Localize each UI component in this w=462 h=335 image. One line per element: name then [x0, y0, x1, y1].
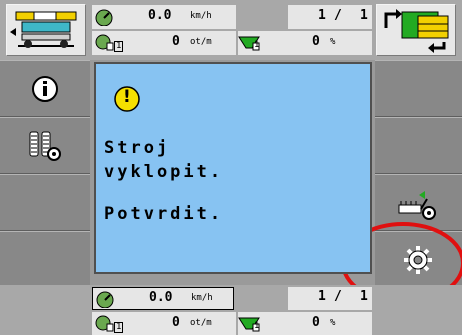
page-current: 1 [318, 8, 326, 23]
speedometer-icon [95, 9, 113, 26]
rpm-field: 1 0 ot/m [92, 31, 236, 55]
warning-dialog: ! Stroj vyklopit. Potvrdit. [94, 62, 372, 274]
speed-field: 0.0 km/h [92, 5, 236, 29]
tyre-settings-icon [29, 131, 61, 161]
softkey-empty-4[interactable] [0, 231, 90, 288]
info-icon [32, 76, 58, 102]
bottom-page-sep: / [334, 289, 342, 304]
bottom-speed-field: 0.0 km/h [92, 287, 234, 310]
percent-unit: % [330, 37, 336, 47]
bottom-speed-unit: km/h [191, 293, 213, 303]
machine-diagram-icon [10, 11, 77, 48]
bottom-rpm-index: 1 [114, 322, 124, 333]
percent-value: 0 [312, 34, 320, 49]
page-switch-icon [384, 9, 449, 53]
bottom-percent-unit: % [330, 318, 336, 328]
rpm-gauge-icon-bottom [95, 315, 114, 332]
softkey-info[interactable] [0, 60, 90, 117]
bottom-percent-value: 0 [312, 315, 320, 330]
page-indicator: 1 / 1 [288, 5, 372, 29]
bottom-rpm-value: 0 [172, 315, 180, 330]
bottom-rpm-field: 1 0 ot/m [92, 312, 236, 335]
softkey-empty-r2[interactable] [375, 117, 462, 174]
page-switch-button[interactable] [376, 4, 456, 56]
speedometer-icon-bottom [96, 291, 114, 308]
softkey-empty-3[interactable] [0, 174, 90, 231]
bottom-page-current: 1 [318, 289, 326, 304]
bottom-page-total: 1 [360, 289, 368, 304]
rpm-gauge-icon [95, 34, 114, 51]
bottom-rpm-unit: ot/m [190, 318, 212, 328]
machine-unfold-icon [398, 191, 436, 220]
rpm-value: 0 [172, 34, 180, 49]
rpm-unit: ot/m [190, 37, 212, 47]
softkey-empty-r1[interactable] [375, 60, 462, 117]
left-softkey-column [0, 60, 90, 288]
rpm-index: 1 [114, 41, 124, 52]
dialog-line-2: vyklopit. [104, 162, 224, 182]
percent-field: 1 0 % [238, 31, 372, 55]
dialog-line-3: Potvrdit. [104, 204, 224, 224]
dialog-line-1: Stroj [104, 138, 171, 158]
machine-view-button[interactable] [6, 4, 86, 56]
warning-symbol: ! [123, 87, 131, 107]
softkey-tyre-settings[interactable] [0, 117, 90, 174]
percent-index: 1 [254, 40, 260, 50]
bottom-percent-index: 1 [254, 321, 260, 331]
bottom-speed-value: 0.0 [149, 290, 173, 305]
speed-unit: km/h [190, 11, 212, 21]
bottom-status-bar: 0.0 km/h 1 / 1 1 0 ot/m 1 0 % [0, 285, 462, 335]
top-status-bar: 0.0 km/h 1 / 1 1 0 ot/m 1 0 % [0, 0, 462, 60]
bottom-page-indicator: 1 / 1 [288, 287, 372, 310]
bottom-percent-field: 1 0 % [238, 312, 372, 335]
page-total: 1 [360, 8, 368, 23]
page-sep: / [334, 8, 342, 23]
speed-value: 0.0 [148, 8, 172, 23]
